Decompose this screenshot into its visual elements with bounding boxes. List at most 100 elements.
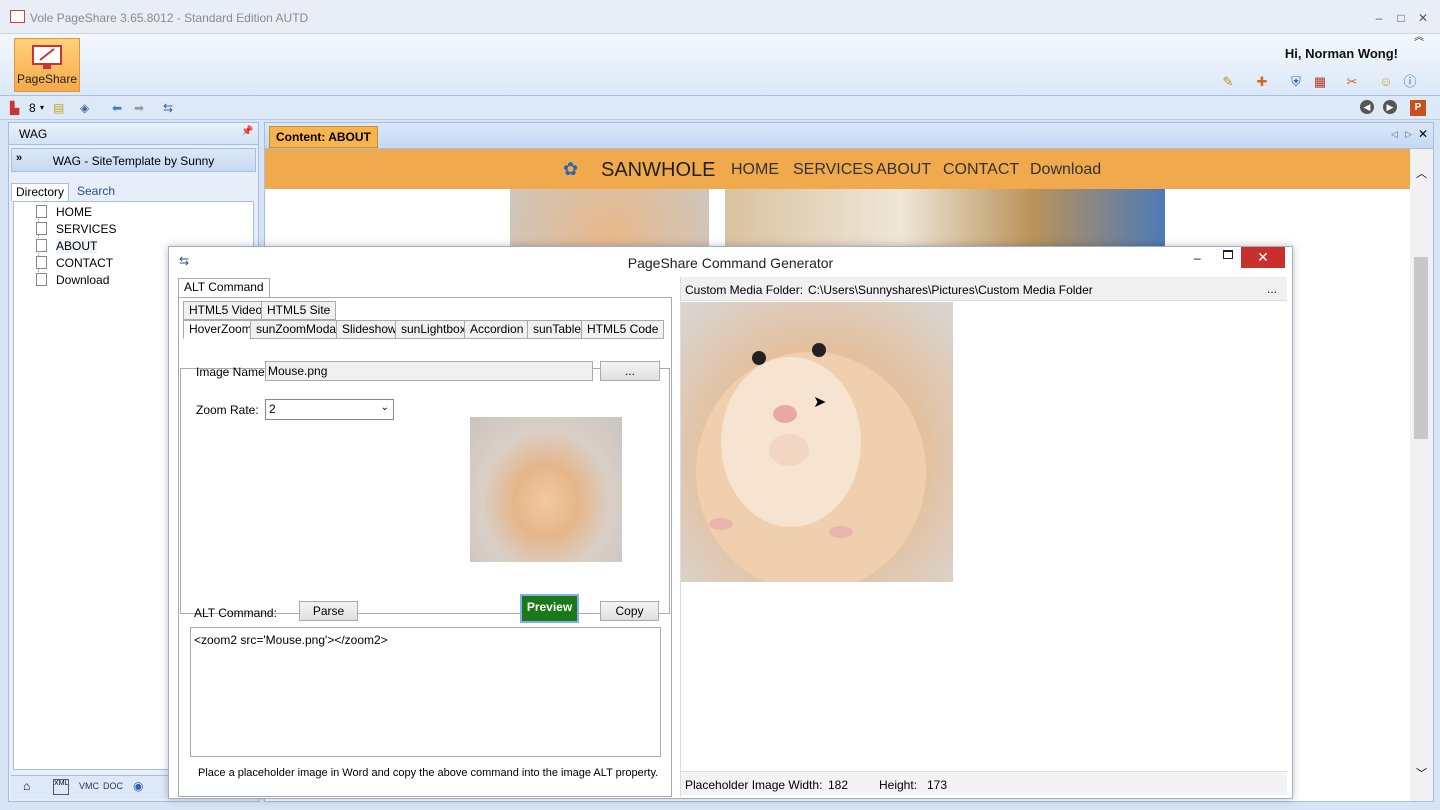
user-greeting: Hi, Norman Wong!: [1284, 46, 1398, 61]
tab-sunzoommodal[interactable]: sunZoomModal: [250, 320, 345, 339]
close-button[interactable]: ✕: [1414, 10, 1432, 26]
tree-item-services[interactable]: SERVICES: [36, 221, 116, 238]
pin-icon[interactable]: 📌: [241, 126, 253, 137]
tab-close-icon[interactable]: ✕: [1418, 127, 1428, 141]
pageshare-button[interactable]: PageShare: [14, 38, 80, 92]
site-navbar: ✿ SANWHOLE HOME SERVICES ABOUT CONTACT D…: [265, 149, 1410, 189]
chart-icon[interactable]: ▦: [1312, 74, 1328, 90]
window-title: Vole PageShare 3.65.8012 - Standard Edit…: [30, 11, 309, 25]
save-icon[interactable]: ▤: [53, 100, 64, 116]
collapse-ribbon-icon[interactable]: ︽: [1414, 28, 1424, 43]
nav-back-button[interactable]: ◀: [1360, 100, 1374, 114]
nav-forward-button[interactable]: ▶: [1383, 100, 1397, 114]
sites-count: 8: [29, 101, 36, 115]
palette-icon[interactable]: ✎: [1220, 74, 1236, 90]
scroll-up-icon[interactable]: ︿: [1416, 165, 1427, 181]
tab-html5-code[interactable]: HTML5 Code: [581, 320, 665, 339]
dialog-title: PageShare Command Generator: [627, 255, 834, 271]
maximize-button[interactable]: □: [1392, 10, 1410, 26]
tree-item-home[interactable]: HOME: [36, 204, 92, 221]
tab-accordion[interactable]: Accordion: [464, 320, 530, 339]
info-icon[interactable]: ⓘ: [1402, 74, 1418, 90]
tools-icon[interactable]: ✚: [1254, 74, 1270, 90]
tree-item-contact[interactable]: CONTACT: [36, 255, 113, 272]
height-value: 173: [927, 778, 948, 792]
back-arrow-icon[interactable]: ⬅: [112, 100, 122, 116]
tab-content-about[interactable]: Content: ABOUT: [269, 126, 378, 148]
nav-download[interactable]: Download: [1030, 161, 1101, 179]
media-folder-bar: Custom Media Folder: C:\Users\Sunnyshare…: [681, 277, 1287, 301]
tab-html5-site[interactable]: HTML5 Site: [261, 301, 337, 320]
tree-item-label: CONTACT: [56, 256, 114, 270]
site-header[interactable]: » WAG - SiteTemplate by Sunny: [11, 148, 256, 172]
forward-arrow-icon[interactable]: ➡: [134, 100, 144, 116]
media-folder-browse-button[interactable]: ...: [1267, 282, 1277, 296]
mouse-cursor-icon: ➤: [813, 394, 827, 411]
hamster-image: [510, 189, 709, 247]
powerpoint-icon[interactable]: P: [1410, 100, 1426, 116]
tab-prev-icon[interactable]: ◁: [1391, 129, 1398, 140]
dialog-titlebar: ⇆ PageShare Command Generator – ✕: [169, 247, 1292, 277]
tab-next-icon[interactable]: ▷: [1405, 129, 1412, 140]
tab-slideshow[interactable]: Slideshow: [336, 320, 403, 339]
tab-suntable[interactable]: sunTable: [527, 320, 588, 339]
command-generator-icon[interactable]: ⇆: [163, 100, 173, 116]
nav-home[interactable]: HOME: [731, 161, 779, 179]
panel-header: WAG 📌: [9, 123, 258, 145]
site-title: WAG - SiteTemplate by Sunny: [52, 154, 215, 168]
image-name-label: Image Name:: [196, 365, 269, 379]
tab-search[interactable]: Search: [73, 183, 119, 201]
panel-title: WAG: [19, 127, 48, 141]
nav-contact[interactable]: CONTACT: [943, 161, 1019, 179]
alt-command-label: ALT Command:: [194, 606, 277, 620]
placeholder-width-label: Placeholder Image Width:: [685, 778, 823, 792]
nav-about[interactable]: ABOUT: [876, 161, 931, 179]
layers-icon[interactable]: ◈: [80, 100, 89, 116]
dialog-minimize-button[interactable]: –: [1194, 251, 1201, 265]
preview-button[interactable]: Preview: [520, 594, 579, 623]
dialog-maximize-button[interactable]: [1223, 250, 1233, 259]
shield-icon[interactable]: ⛨: [1288, 74, 1304, 90]
dialog-close-button[interactable]: ✕: [1241, 247, 1285, 268]
pageshare-icon: [32, 45, 62, 69]
chevron-down-icon[interactable]: ▾: [40, 100, 44, 116]
parse-button[interactable]: Parse: [299, 601, 358, 621]
sites-icon[interactable]: ▙: [10, 100, 19, 116]
zoomed-image: [681, 302, 953, 582]
tree-item-about[interactable]: ABOUT: [36, 238, 98, 255]
zoom-rate-value: 2: [269, 402, 276, 416]
eye-icon[interactable]: ◉: [133, 779, 143, 793]
tab-directory[interactable]: Directory: [11, 183, 70, 201]
document-icon: [36, 273, 47, 286]
tab-alt-command[interactable]: ALT Command: [178, 278, 270, 298]
toolbar: ▙ 8 ▾ ▤ ◈ ⬅ ➡ ⇆ ◀ ▶ P: [0, 96, 1440, 120]
key-icon[interactable]: ✂: [1344, 74, 1360, 90]
preview-pane: Custom Media Folder: C:\Users\Sunnyshare…: [680, 277, 1287, 797]
tab-html5-video[interactable]: HTML5 Video: [183, 301, 269, 320]
browse-button[interactable]: ...: [600, 361, 660, 381]
alt-command-textarea[interactable]: <zoom2 src='Mouse.png'></zoom2>: [190, 627, 661, 757]
copy-button[interactable]: Copy: [600, 601, 659, 621]
content-scrollbar[interactable]: ︿ ﹀: [1410, 149, 1433, 801]
scrollbar-thumb[interactable]: [1414, 257, 1428, 439]
scroll-down-icon[interactable]: ﹀: [1416, 765, 1427, 781]
xml-icon[interactable]: XML: [53, 779, 69, 795]
instruction-text: Place a placeholder image in Word and co…: [198, 767, 659, 779]
document-icon: [36, 205, 47, 218]
pageshare-label: PageShare: [16, 72, 78, 86]
minimize-button[interactable]: –: [1370, 10, 1388, 26]
doc-icon[interactable]: DOC: [103, 781, 123, 791]
zoom-rate-label: Zoom Rate:: [196, 403, 259, 417]
tab-sunlightbox[interactable]: sunLightbox: [395, 320, 472, 339]
image-name-input[interactable]: Mouse.png: [265, 361, 593, 381]
content-tabbar: Content: ABOUT ◁ ▷ ✕: [265, 123, 1433, 149]
face-icon[interactable]: ☺: [1378, 74, 1394, 90]
vmc-icon[interactable]: VMC: [79, 781, 99, 791]
tree-item-download[interactable]: Download: [36, 272, 109, 289]
tab-hoverzoom[interactable]: HoverZoom: [183, 320, 258, 339]
nav-services[interactable]: SERVICES: [793, 161, 874, 179]
home-icon[interactable]: ⌂: [23, 779, 30, 793]
command-generator-dialog: ⇆ PageShare Command Generator – ✕ ALT Co…: [168, 246, 1293, 799]
document-icon: [36, 222, 47, 235]
zoom-rate-select[interactable]: 2 ⌄: [265, 399, 394, 420]
